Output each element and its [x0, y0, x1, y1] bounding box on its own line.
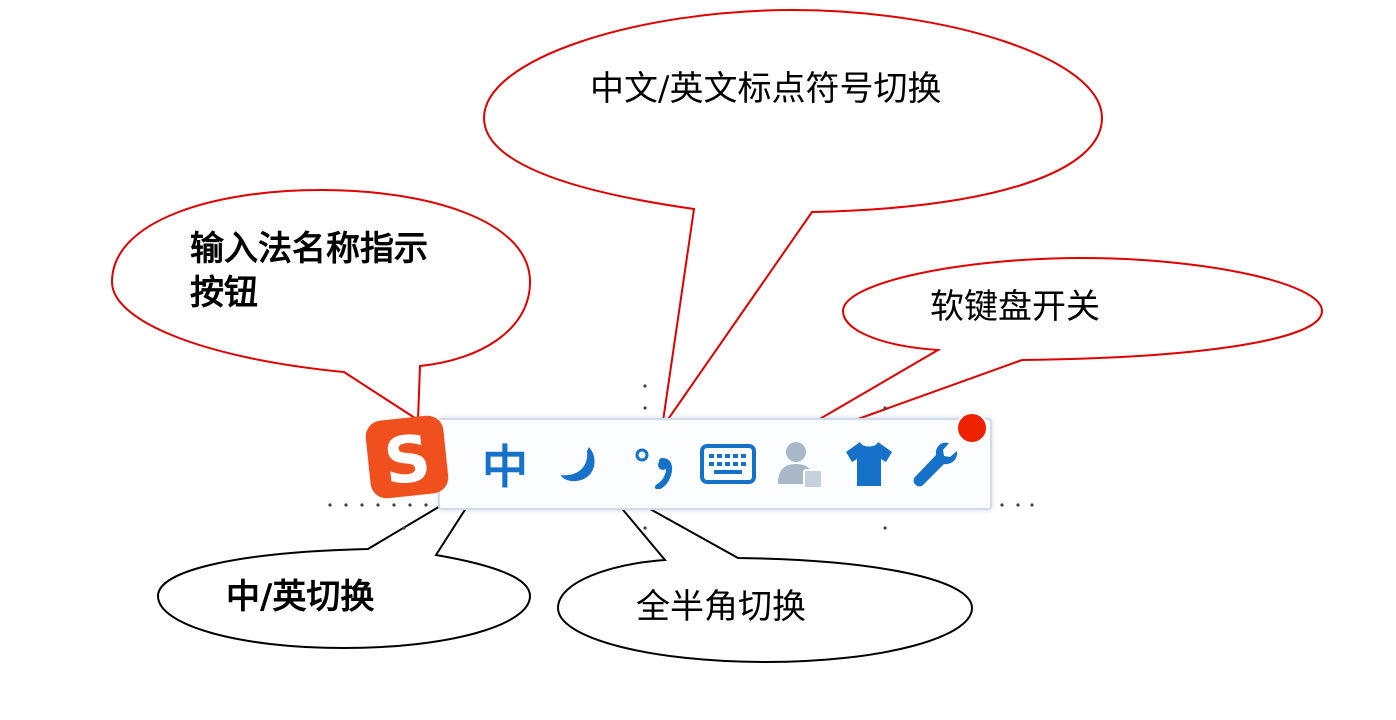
punct-icon: °,: [635, 448, 673, 489]
callout-lang-text: 中/英切换: [226, 577, 375, 617]
callout-ime-name-line2: 按钮: [190, 273, 258, 313]
notification-badge-icon: [956, 412, 988, 444]
callout-width-text: 全半角切换: [636, 587, 806, 627]
wrench-icon: [913, 442, 958, 487]
callout-punct-text: 中文/英文标点符号切换: [590, 69, 942, 109]
user-button[interactable]: [770, 420, 830, 508]
lang-label: 中: [482, 440, 528, 494]
shirt-icon: [846, 442, 892, 486]
skin-button[interactable]: [838, 420, 900, 508]
keyboard-icon: [700, 444, 756, 484]
lang-switch-button[interactable]: 中: [470, 420, 540, 508]
ime-toolbar: 中 °,: [438, 418, 992, 510]
logo-letter: S: [381, 422, 435, 500]
moon-icon: [561, 447, 595, 482]
user-icon: [778, 442, 823, 489]
callout-keyboard-text: 软键盘开关: [930, 287, 1100, 327]
callout-ime-name-line1: 输入法名称指示: [190, 229, 428, 269]
callout-ime-name: [110, 188, 532, 422]
sogou-logo-icon[interactable]: S: [362, 412, 452, 502]
punct-switch-button[interactable]: °,: [620, 420, 690, 508]
width-switch-button[interactable]: [550, 420, 610, 508]
soft-keyboard-button[interactable]: [696, 420, 760, 508]
